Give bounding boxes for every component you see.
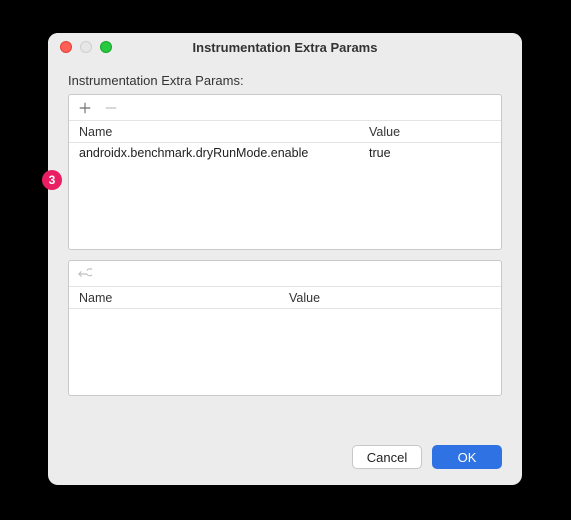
- section-label: Instrumentation Extra Params:: [68, 73, 502, 88]
- column-header-value[interactable]: Value: [279, 291, 501, 305]
- table-row[interactable]: androidx.benchmark.dryRunMode.enable tru…: [69, 143, 501, 163]
- add-icon[interactable]: [77, 100, 93, 116]
- params-table-header: Name Value: [69, 121, 501, 143]
- cancel-button[interactable]: Cancel: [352, 445, 422, 469]
- secondary-table-body[interactable]: [69, 309, 501, 395]
- remove-icon[interactable]: [103, 100, 119, 116]
- dialog-content: Instrumentation Extra Params: Name Value…: [48, 61, 522, 485]
- dialog-window: Instrumentation Extra Params Instrumenta…: [48, 33, 522, 485]
- column-header-value[interactable]: Value: [359, 125, 501, 139]
- window-title: Instrumentation Extra Params: [48, 40, 522, 55]
- column-header-name[interactable]: Name: [69, 291, 279, 305]
- close-window-icon[interactable]: [60, 41, 72, 53]
- column-header-name[interactable]: Name: [69, 125, 359, 139]
- secondary-table-header: Name Value: [69, 287, 501, 309]
- params-toolbar: [69, 95, 501, 121]
- annotation-badge: 3: [42, 170, 62, 190]
- secondary-toolbar: [69, 261, 501, 287]
- params-pane: Name Value androidx.benchmark.dryRunMode…: [68, 94, 502, 250]
- dialog-footer: Cancel OK: [68, 427, 502, 469]
- revert-icon: [77, 266, 93, 282]
- cell-value[interactable]: true: [359, 146, 501, 160]
- cell-name[interactable]: androidx.benchmark.dryRunMode.enable: [69, 146, 359, 160]
- titlebar: Instrumentation Extra Params: [48, 33, 522, 61]
- ok-button[interactable]: OK: [432, 445, 502, 469]
- minimize-window-icon: [80, 41, 92, 53]
- secondary-pane: Name Value: [68, 260, 502, 396]
- maximize-window-icon[interactable]: [100, 41, 112, 53]
- traffic-lights: [48, 41, 112, 53]
- params-table-body[interactable]: androidx.benchmark.dryRunMode.enable tru…: [69, 143, 501, 249]
